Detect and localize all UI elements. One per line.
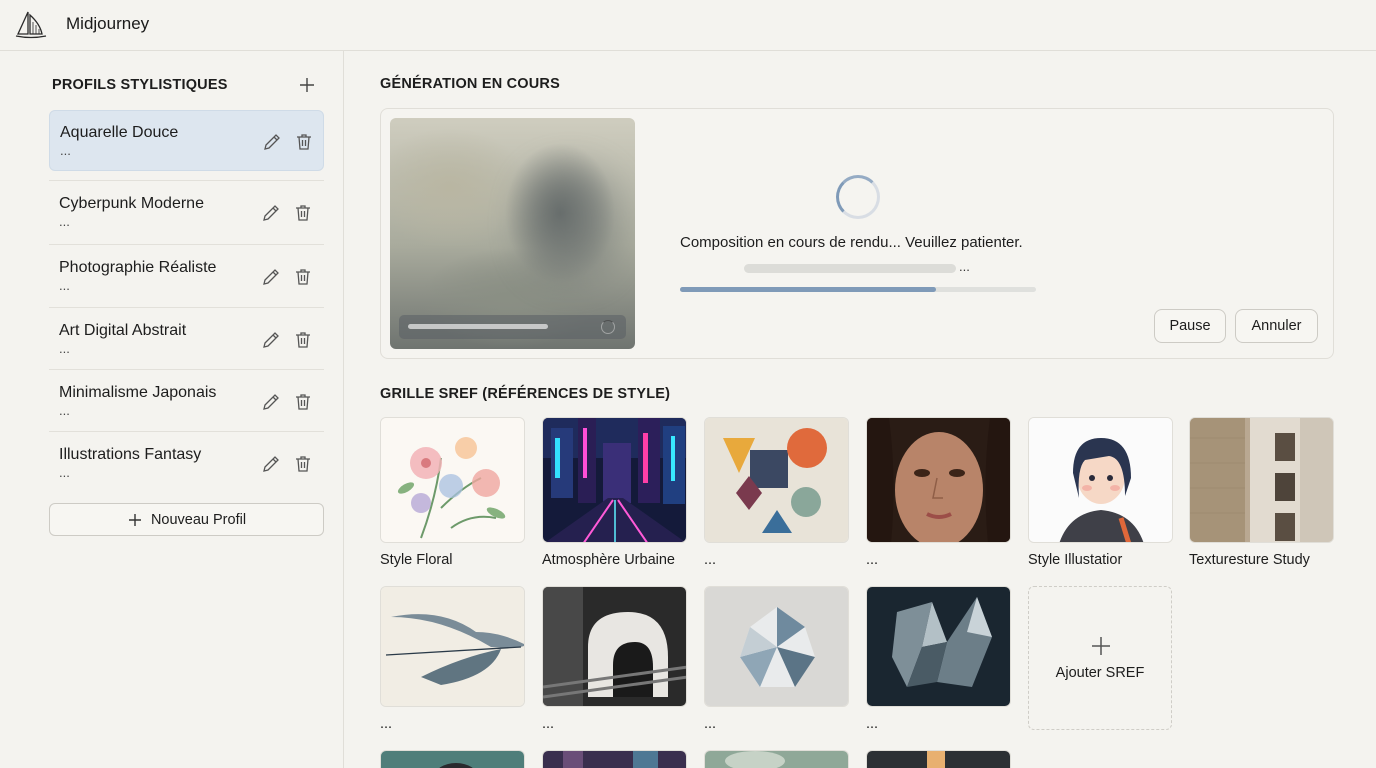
divider [49, 180, 324, 181]
profile-item-aquarelle-douce[interactable]: Aquarelle Douce ... [49, 110, 324, 171]
profile-name: Art Digital Abstrait [59, 322, 187, 339]
profile-subtitle: ... [59, 341, 70, 356]
trash-icon[interactable] [293, 454, 313, 474]
sref-label: ... [542, 716, 555, 732]
sref-label: Texturesture Study [1189, 552, 1310, 568]
new-profile-button[interactable]: Nouveau Profil [49, 503, 324, 536]
plus-icon[interactable] [297, 75, 317, 95]
trash-icon[interactable] [293, 392, 313, 412]
sref-label: ... [704, 552, 717, 568]
sref-tile-portrait[interactable] [866, 417, 1011, 543]
add-sref-button[interactable]: Ajouter SREF [1028, 586, 1172, 730]
status-placeholder-bar [744, 264, 956, 273]
top-bar: Midjourney [0, 0, 1376, 51]
profile-subtitle: ... [59, 214, 70, 229]
sref-grid-heading: GRILLE SREF (RÉFÉRENCES DE STYLE) [380, 386, 671, 402]
progress-fill [680, 287, 937, 292]
profile-subtitle: ... [59, 278, 70, 293]
divider [49, 369, 324, 370]
sidebar: PROFILS STYLISTIQUES Aquarelle Douce ...… [0, 51, 344, 768]
profile-item-art-digital-abstrait[interactable]: Art Digital Abstrait ... [49, 307, 324, 370]
sref-tile-geometric[interactable] [704, 417, 849, 543]
profile-name: Photographie Réaliste [59, 259, 217, 276]
generation-status-text: Composition en cours de rendu... Veuille… [680, 234, 1023, 251]
divider [49, 244, 324, 245]
trash-icon[interactable] [293, 203, 313, 223]
sref-tile-ink-wash[interactable] [380, 586, 525, 707]
profile-item-illustrations-fantasy[interactable]: Illustrations Fantasy ... [49, 431, 324, 494]
sref-tile-texture[interactable] [1189, 417, 1334, 543]
spinner-icon [601, 320, 615, 334]
sref-label: ... [866, 552, 879, 568]
sref-tile-origami[interactable] [704, 586, 849, 707]
profile-name: Minimalisme Japonais [59, 384, 217, 401]
profile-name: Cyberpunk Moderne [59, 195, 204, 212]
profile-item-minimalisme-japonais[interactable]: Minimalisme Japonais ... [49, 369, 324, 432]
profile-name: Illustrations Fantasy [59, 446, 202, 463]
profile-item-cyberpunk-moderne[interactable]: Cyberpunk Moderne ... [49, 180, 324, 243]
sref-tile-floral[interactable] [380, 417, 525, 543]
trash-icon[interactable] [293, 330, 313, 350]
sref-label: ... [704, 716, 717, 732]
app-title: Midjourney [66, 14, 150, 33]
cancel-button[interactable]: Annuler [1235, 309, 1318, 343]
new-profile-label: Nouveau Profil [150, 511, 247, 528]
pencil-icon[interactable] [261, 203, 281, 223]
sref-label: Style Floral [380, 552, 453, 568]
pause-button[interactable]: Pause [1154, 309, 1226, 343]
sref-label: ... [380, 716, 393, 732]
plus-icon [1092, 637, 1110, 655]
divider [49, 307, 324, 308]
pencil-icon[interactable] [261, 330, 281, 350]
sref-tile-illustration[interactable] [1028, 417, 1173, 543]
sref-tile-crystal[interactable] [866, 586, 1011, 707]
loading-spinner-icon [836, 175, 880, 219]
sref-tile-architecture[interactable] [542, 586, 687, 707]
profile-subtitle: ... [59, 403, 70, 418]
sref-tile-row3-3[interactable] [704, 750, 849, 768]
preview-progress-bar [399, 315, 626, 339]
trash-icon[interactable] [293, 267, 313, 287]
generation-progress-bar [680, 287, 1036, 292]
sref-tile-row3-1[interactable] [380, 750, 525, 768]
generation-preview [390, 118, 635, 349]
generation-card: Composition en cours de rendu... Veuille… [380, 108, 1334, 359]
profiles-heading: PROFILS STYLISTIQUES [52, 77, 228, 93]
plus-icon [128, 513, 141, 526]
profile-subtitle: ... [59, 465, 70, 480]
profile-subtitle: ... [60, 143, 71, 158]
divider [49, 431, 324, 432]
pencil-icon[interactable] [261, 392, 281, 412]
pencil-icon[interactable] [261, 454, 281, 474]
sref-label: ... [866, 716, 879, 732]
sref-tile-row3-4[interactable] [866, 750, 1011, 768]
sref-tile-urban[interactable] [542, 417, 687, 543]
sref-tile-row3-2[interactable] [542, 750, 687, 768]
sailboat-icon[interactable] [14, 10, 48, 40]
sref-label: Atmosphère Urbaine [542, 552, 675, 568]
profile-name: Aquarelle Douce [60, 124, 179, 141]
trash-icon[interactable] [294, 132, 314, 152]
sref-label: Style Illustatior [1028, 552, 1123, 568]
status-subtext: ... [959, 259, 970, 274]
pencil-icon[interactable] [262, 132, 282, 152]
profile-item-photographie-realiste[interactable]: Photographie Réaliste ... [49, 244, 324, 307]
add-sref-label: Ajouter SREF [1055, 665, 1145, 681]
pencil-icon[interactable] [261, 267, 281, 287]
generation-heading: GÉNÉRATION EN COURS [380, 76, 560, 92]
